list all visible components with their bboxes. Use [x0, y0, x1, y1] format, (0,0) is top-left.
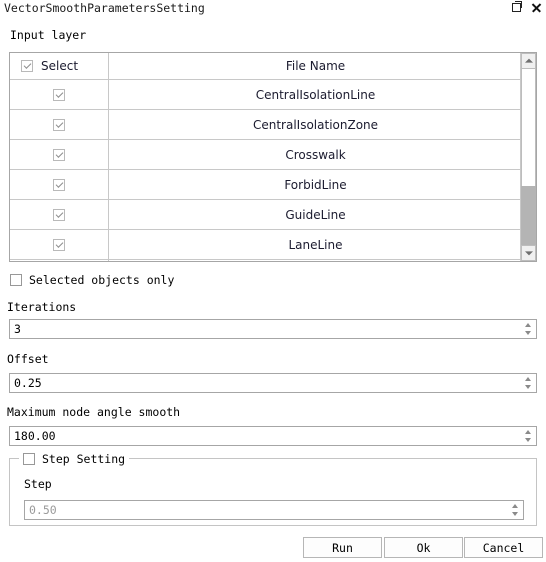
row-select-cell[interactable] [10, 199, 109, 230]
input-layer-table: Select File Name CentralIsolationLine Ce… [9, 52, 537, 262]
scroll-up-button[interactable] [521, 53, 536, 69]
step-setting-label: Step Setting [42, 451, 126, 466]
row-checkbox[interactable] [53, 118, 65, 131]
table-row[interactable]: Crosswalk [10, 139, 522, 170]
row-file-name: ForbidLine [108, 169, 522, 200]
scroll-down-arrow-icon [524, 251, 533, 256]
row-file-name-empty [108, 259, 522, 261]
row-checkbox[interactable] [53, 148, 65, 161]
iterations-spinbox[interactable]: 3 [9, 319, 537, 339]
max-node-angle-label: Maximum node angle smooth [7, 405, 181, 419]
restore-window-icon [512, 1, 522, 12]
row-file-name: GuideLine [108, 199, 522, 230]
offset-label: Offset [7, 352, 49, 366]
step-value: 0.50 [29, 503, 57, 517]
row-file-name: Crosswalk [108, 139, 522, 170]
iterations-label: Iterations [7, 300, 77, 314]
column-header-select-label: Select [41, 59, 79, 73]
row-checkbox[interactable] [53, 238, 65, 251]
spin-down-arrow-icon[interactable] [525, 331, 531, 335]
row-select-cell[interactable] [10, 139, 109, 170]
max-node-angle-spin-buttons[interactable] [523, 427, 533, 445]
row-file-name: LaneLine [108, 229, 522, 260]
spin-down-arrow-icon[interactable] [525, 438, 531, 442]
scroll-down-button[interactable] [521, 245, 536, 261]
row-select-cell-empty [10, 259, 109, 261]
row-select-cell[interactable] [10, 79, 109, 110]
close-icon [530, 1, 543, 14]
row-select-cell[interactable] [10, 229, 109, 260]
window-titlebar: VectorSmoothParametersSetting [0, 0, 546, 20]
scroll-up-arrow-icon [524, 58, 533, 63]
offset-value: 0.25 [14, 376, 42, 390]
table-row[interactable]: LaneLine [10, 229, 522, 260]
input-layer-label: Input layer [10, 28, 87, 42]
step-label: Step [24, 477, 52, 491]
row-checkbox[interactable] [53, 178, 65, 191]
restore-window-button[interactable] [511, 1, 524, 14]
row-select-cell[interactable] [10, 169, 109, 200]
spin-up-arrow-icon[interactable] [525, 323, 531, 327]
selected-objects-only-label: Selected objects only [29, 273, 175, 287]
offset-spinbox[interactable]: 0.25 [9, 373, 537, 393]
window-controls [511, 1, 543, 14]
table-row[interactable]: GuideLine [10, 199, 522, 230]
step-setting-checkbox[interactable] [23, 452, 35, 465]
max-node-angle-value: 180.00 [14, 429, 56, 443]
window-title: VectorSmoothParametersSetting [4, 1, 205, 15]
spin-down-arrow-icon[interactable] [512, 512, 518, 516]
column-header-select[interactable]: Select [10, 53, 109, 80]
spin-up-arrow-icon[interactable] [512, 504, 518, 508]
table-vertical-scrollbar[interactable] [520, 53, 536, 261]
run-button[interactable]: Run [303, 537, 382, 558]
step-setting-group: Step Setting Step 0.50 [9, 451, 537, 526]
step-spinbox[interactable]: 0.50 [24, 500, 524, 520]
row-file-name: CentralIsolationZone [108, 109, 522, 140]
close-window-button[interactable] [530, 1, 543, 14]
file-table-header: Select File Name [10, 53, 522, 80]
spin-up-arrow-icon[interactable] [525, 377, 531, 381]
row-checkbox[interactable] [53, 208, 65, 221]
ok-button[interactable]: Ok [384, 537, 463, 558]
spin-up-arrow-icon[interactable] [525, 430, 531, 434]
file-table: Select File Name CentralIsolationLine Ce… [10, 53, 522, 261]
step-setting-title-row[interactable]: Step Setting [19, 451, 130, 466]
selected-objects-only-checkbox[interactable] [10, 274, 22, 286]
row-checkbox[interactable] [53, 88, 65, 101]
iterations-spin-buttons[interactable] [523, 320, 533, 338]
table-header-row: Select File Name [10, 53, 522, 80]
table-row[interactable]: CentralIsolationZone [10, 109, 522, 140]
max-node-angle-spinbox[interactable]: 180.00 [9, 426, 537, 446]
table-row[interactable]: CentralIsolationLine [10, 79, 522, 110]
row-file-name: CentralIsolationLine [108, 79, 522, 110]
selected-objects-only-row[interactable]: Selected objects only [10, 273, 174, 287]
spin-down-arrow-icon[interactable] [525, 385, 531, 389]
file-table-body: CentralIsolationLine CentralIsolationZon… [10, 79, 522, 261]
column-header-file-name[interactable]: File Name [108, 53, 522, 80]
row-select-cell[interactable] [10, 109, 109, 140]
select-all-checkbox[interactable] [21, 60, 33, 72]
table-row[interactable]: ForbidLine [10, 169, 522, 200]
step-spin-buttons[interactable] [510, 501, 520, 519]
offset-spin-buttons[interactable] [523, 374, 533, 392]
iterations-value: 3 [14, 322, 21, 336]
table-row-partial [10, 259, 522, 261]
cancel-button[interactable]: Cancel [464, 537, 543, 558]
